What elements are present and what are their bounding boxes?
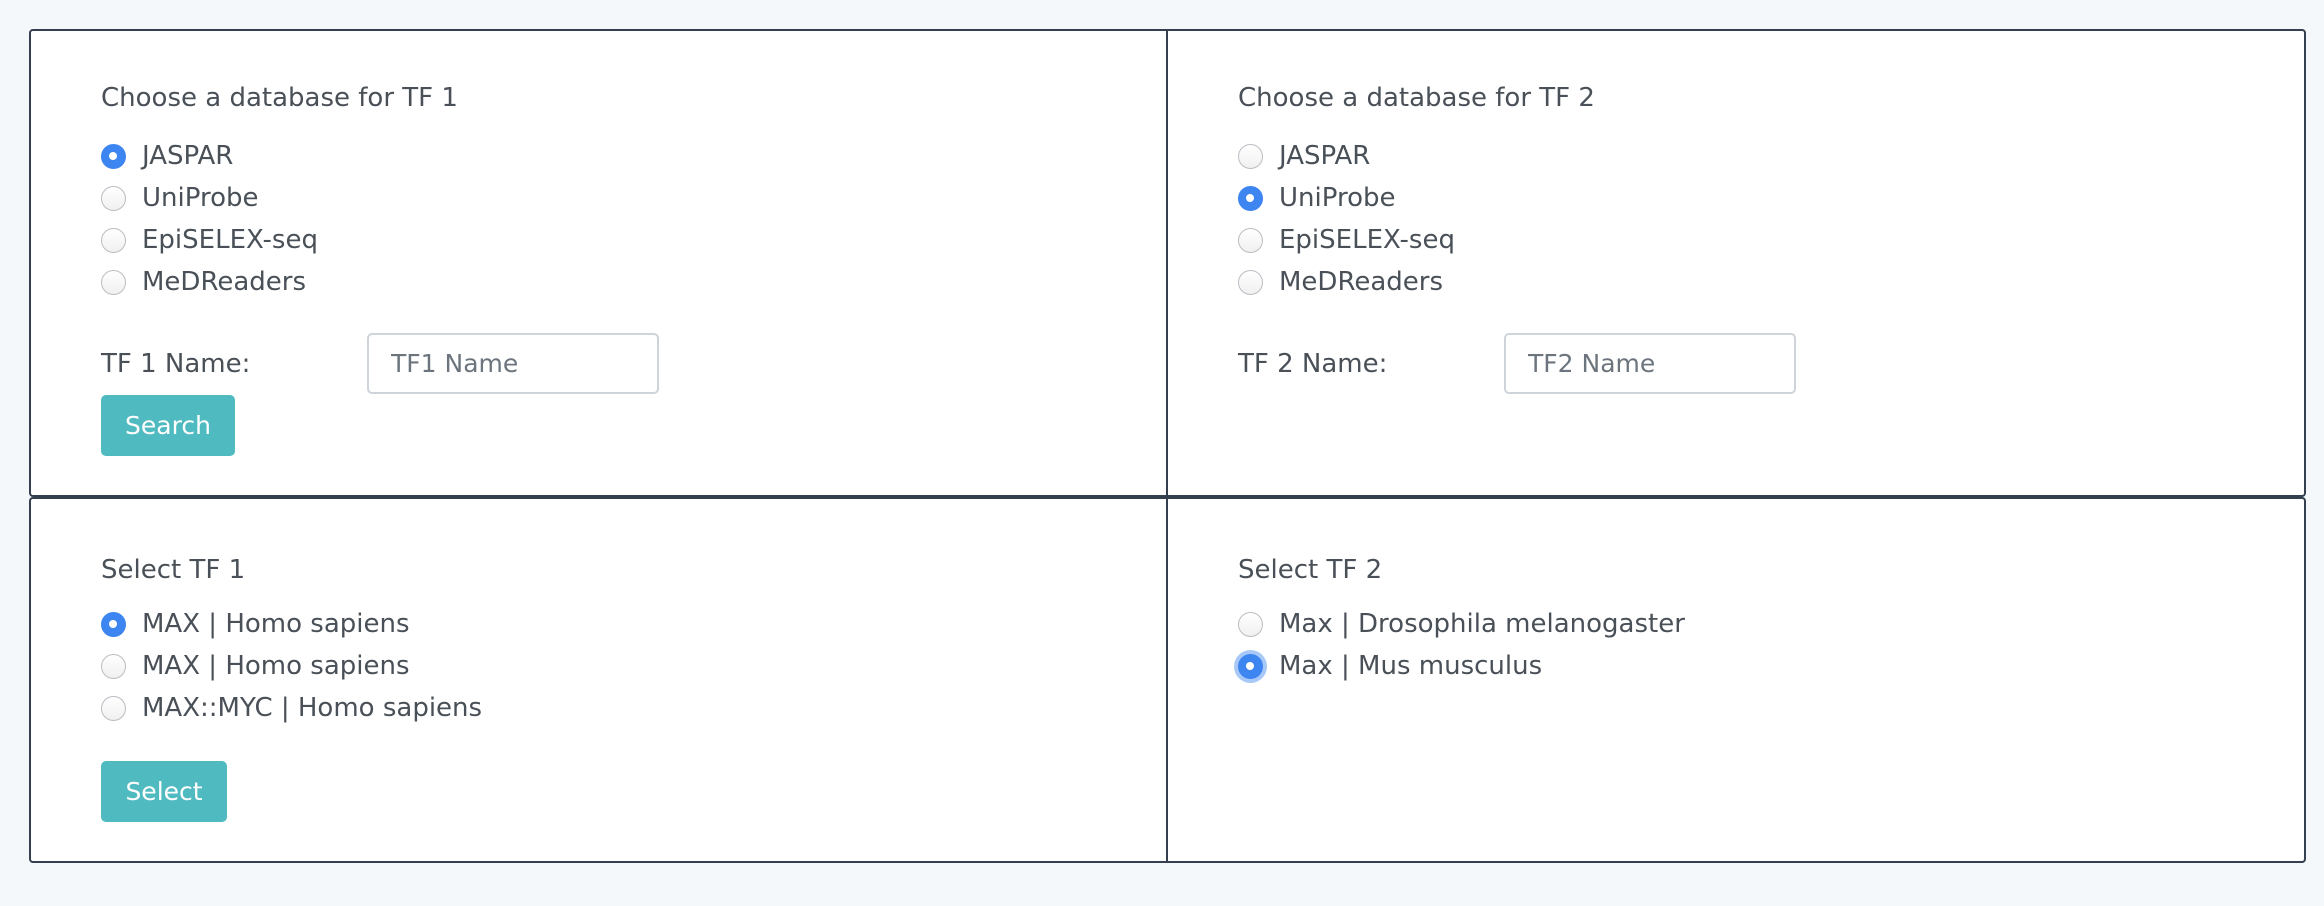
tf-selection-card: Select TF 1 MAX | Homo sapiens MAX | Hom… [29,497,2306,863]
radio-button[interactable] [1238,269,1263,295]
radio-label: UniProbe [1279,183,1396,213]
tf1-select-radio-group: MAX | Homo sapiens MAX | Homo sapiens MA… [101,603,482,729]
radio-label: EpiSELEX-seq [1279,225,1455,255]
select-button[interactable]: Select [101,761,227,822]
radio-label: JASPAR [142,141,234,171]
tf1-name-input[interactable] [367,333,659,394]
tf1-database-option-medreaders[interactable]: MeDReaders [101,261,318,303]
radio-label: MAX | Homo sapiens [142,651,410,681]
radio-label: MeDReaders [1279,267,1444,297]
tf1-database-option-episelex-seq[interactable]: EpiSELEX-seq [101,219,318,261]
radio-button[interactable] [101,695,126,721]
tf1-select-heading: Select TF 1 [101,555,246,585]
tf2-select-panel: Select TF 2 Max | Drosophila melanogaste… [1168,499,2304,861]
radio-button[interactable] [1238,143,1263,169]
tf1-database-option-uniprobe[interactable]: UniProbe [101,177,318,219]
tf1-option[interactable]: MAX | Homo sapiens [101,645,482,687]
tf2-name-label: TF 2 Name: [1238,349,1388,379]
tf2-select-heading: Select TF 2 [1238,555,1383,585]
tf2-option[interactable]: Max | Mus musculus [1238,645,1685,687]
radio-label: MAX | Homo sapiens [142,609,410,639]
radio-button[interactable] [101,185,126,211]
tf1-select-panel: Select TF 1 MAX | Homo sapiens MAX | Hom… [31,499,1168,861]
tf1-option[interactable]: MAX | Homo sapiens [101,603,482,645]
radio-button[interactable] [101,269,126,295]
tf2-database-panel: Choose a database for TF 2 JASPAR UniPro… [1168,31,2304,495]
tf1-database-option-jaspar[interactable]: JASPAR [101,135,318,177]
radio-label: Max | Mus musculus [1279,651,1543,681]
radio-button[interactable] [1238,227,1263,253]
radio-label: MAX::MYC | Homo sapiens [142,693,483,723]
radio-label: UniProbe [142,183,259,213]
search-button[interactable]: Search [101,395,235,456]
radio-button[interactable] [101,611,126,637]
tf2-database-heading: Choose a database for TF 2 [1238,83,1595,113]
radio-button[interactable] [101,227,126,253]
radio-label: EpiSELEX-seq [142,225,318,255]
database-selection-card: Choose a database for TF 1 JASPAR UniPro… [29,29,2306,497]
tf1-database-panel: Choose a database for TF 1 JASPAR UniPro… [31,31,1168,495]
radio-label: Max | Drosophila melanogaster [1279,609,1685,639]
tf2-database-option-uniprobe[interactable]: UniProbe [1238,177,1455,219]
tf2-option[interactable]: Max | Drosophila melanogaster [1238,603,1685,645]
tf2-name-input[interactable] [1504,333,1796,394]
radio-button[interactable] [101,143,126,169]
tf1-name-label: TF 1 Name: [101,349,251,379]
tf2-select-radio-group: Max | Drosophila melanogaster Max | Mus … [1238,603,1685,687]
radio-label: JASPAR [1279,141,1371,171]
tf2-database-option-jaspar[interactable]: JASPAR [1238,135,1455,177]
tf2-database-option-episelex-seq[interactable]: EpiSELEX-seq [1238,219,1455,261]
tf2-database-option-medreaders[interactable]: MeDReaders [1238,261,1455,303]
radio-label: MeDReaders [142,267,307,297]
tf1-option[interactable]: MAX::MYC | Homo sapiens [101,687,482,729]
tf2-database-radio-group: JASPAR UniProbe EpiSELEX-seq MeDReaders [1238,135,1455,303]
radio-button[interactable] [1238,653,1263,679]
radio-button[interactable] [1238,185,1263,211]
tf1-database-radio-group: JASPAR UniProbe EpiSELEX-seq MeDReaders [101,135,318,303]
tf1-database-heading: Choose a database for TF 1 [101,83,458,113]
radio-button[interactable] [1238,611,1263,637]
radio-button[interactable] [101,653,126,679]
